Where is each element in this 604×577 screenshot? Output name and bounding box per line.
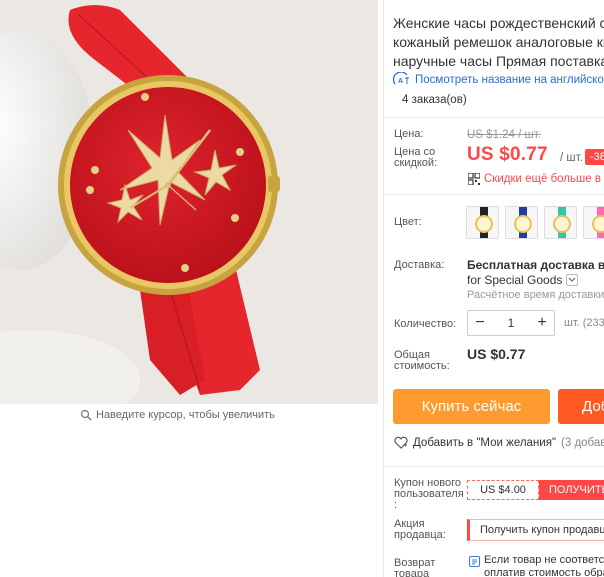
zoom-hint: Наведите курсор, чтобы увеличить bbox=[80, 409, 275, 421]
translate-title-link[interactable]: A Посмотреть название на английском bbox=[393, 72, 604, 88]
shipping-estimate: Расчётное время доставки: bbox=[467, 289, 604, 301]
swatch-teal[interactable] bbox=[544, 206, 577, 239]
total-label-line2: стоимость: bbox=[394, 360, 450, 372]
divider bbox=[384, 194, 604, 195]
shipping-method-select[interactable]: for Special Goods bbox=[467, 273, 579, 287]
divider bbox=[384, 117, 604, 118]
quantity-input[interactable]: 1 bbox=[492, 316, 530, 330]
coupon-value: US $4.00 bbox=[467, 480, 539, 500]
product-title: Женские часы рождественский ст кожаный р… bbox=[393, 14, 604, 71]
swatch-pink[interactable] bbox=[583, 206, 604, 239]
heart-icon bbox=[394, 436, 408, 449]
returns-text: Если товар не соответст оплатив стоимост… bbox=[484, 554, 604, 577]
shipping-method-text: for Special Goods bbox=[467, 273, 563, 287]
quantity-label: Количество: bbox=[394, 318, 457, 330]
quantity-available: шт. (2330 bbox=[564, 317, 604, 329]
discount-price: US $0.77 bbox=[467, 144, 548, 165]
shipping-title: Бесплатная доставка в Ru bbox=[467, 258, 604, 272]
coupon-label-line3: : bbox=[394, 499, 398, 511]
watch-thumb-icon bbox=[514, 207, 532, 238]
chevron-down-icon[interactable] bbox=[566, 274, 579, 286]
svg-text:A: A bbox=[398, 78, 403, 85]
translate-icon: A bbox=[393, 72, 409, 85]
app-discount-link[interactable]: Скидки ещё больше в пр bbox=[468, 173, 604, 185]
product-image[interactable] bbox=[0, 0, 378, 404]
orders-count: 4 заказа(ов) bbox=[402, 94, 467, 106]
quantity-stepper: − 1 + bbox=[467, 310, 555, 336]
price-label: Цена: bbox=[394, 128, 424, 140]
color-label: Цвет: bbox=[394, 216, 422, 228]
swatch-black[interactable] bbox=[466, 206, 499, 239]
product-info-panel: Женские часы рождественский ст кожаный р… bbox=[384, 0, 604, 577]
return-policy-icon bbox=[469, 556, 480, 567]
divider bbox=[384, 466, 604, 467]
add-to-cart-button[interactable]: Доб bbox=[558, 389, 604, 424]
wishlist-count: (3 добавле bbox=[561, 436, 604, 449]
watch-photo bbox=[0, 0, 378, 404]
shipping-label: Доставка: bbox=[394, 259, 445, 271]
translate-link-text[interactable]: Посмотреть название на английском bbox=[415, 74, 604, 86]
total-price: US $0.77 bbox=[467, 346, 526, 362]
discount-price-label-line2: скидкой: bbox=[394, 157, 438, 169]
wishlist-text[interactable]: Добавить в "Мои желания" bbox=[413, 437, 556, 449]
returns-label-line2: товара bbox=[394, 568, 430, 577]
watch-thumb-icon bbox=[475, 207, 493, 238]
coupon-label-line2: пользователя bbox=[394, 488, 464, 500]
watch-thumb-icon bbox=[553, 207, 571, 238]
discount-badge: -38 bbox=[585, 149, 604, 165]
magnifier-icon bbox=[80, 409, 92, 421]
swatch-blue[interactable] bbox=[505, 206, 538, 239]
zoom-hint-text: Наведите курсор, чтобы увеличить bbox=[96, 409, 275, 421]
quantity-decrease-button[interactable]: − bbox=[468, 311, 492, 335]
product-title-line: наручные часы Прямая поставка bbox=[393, 53, 604, 69]
promo-label-line2: продавца: bbox=[394, 529, 446, 541]
returns-text-line1: Если товар не соответст bbox=[484, 554, 604, 566]
returns-text-line2: оплатив стоимость обра bbox=[484, 567, 604, 577]
add-to-wishlist-link[interactable]: Добавить в "Мои желания" (3 добавле bbox=[394, 436, 604, 449]
product-title-line: Женские часы рождественский ст bbox=[393, 15, 604, 31]
get-coupon-button[interactable]: ПОЛУЧИТЬ bbox=[539, 480, 604, 500]
quantity-increase-button[interactable]: + bbox=[530, 311, 554, 335]
color-swatches bbox=[466, 206, 604, 239]
price-per-unit: / шт. bbox=[560, 152, 583, 164]
qr-code-icon bbox=[468, 173, 480, 185]
product-title-line: кожаный ремешок аналоговые кв bbox=[393, 34, 604, 50]
app-discount-text[interactable]: Скидки ещё больше в пр bbox=[484, 173, 604, 185]
watch-thumb-icon bbox=[592, 207, 604, 238]
buy-now-button[interactable]: Купить сейчас bbox=[393, 389, 550, 424]
old-price: US $1.24 / шт. bbox=[467, 129, 541, 141]
seller-coupon-button[interactable]: Получить купон продавц bbox=[467, 519, 604, 541]
